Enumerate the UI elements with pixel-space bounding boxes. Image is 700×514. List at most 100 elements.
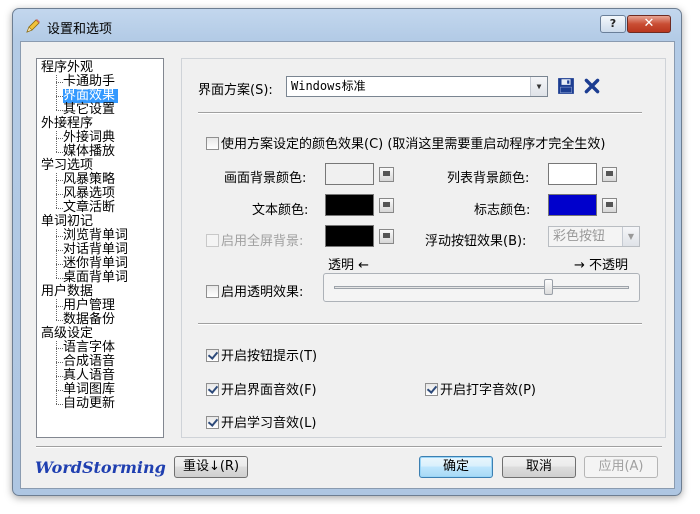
separator [198, 112, 642, 114]
footer-separator [36, 446, 662, 448]
tree-connector [56, 236, 63, 237]
checkbox-box[interactable] [425, 383, 438, 396]
float-button-label: 浮动按钮效果(B): [425, 234, 527, 249]
tree-connector [56, 131, 57, 152]
text-color-label: 文本颜色: [252, 203, 309, 218]
close-button[interactable]: ✕ [627, 15, 671, 33]
tree-item[interactable]: 风暴选项 [63, 187, 115, 201]
mark-color-picker-button[interactable] [602, 198, 617, 213]
save-icon[interactable] [557, 77, 575, 95]
study-sound-label: 开启学习音效(L) [221, 416, 317, 431]
mark-color-swatch[interactable] [548, 194, 597, 216]
scheme-select[interactable]: Windows标准 ▼ [286, 76, 548, 97]
tree-item[interactable]: 桌面背单词 [63, 271, 128, 285]
tree-category[interactable]: 用户数据 [41, 285, 93, 299]
tree-item[interactable]: 文章活断 [63, 201, 115, 215]
tree-item[interactable]: 浏览背单词 [63, 229, 128, 243]
tree-item[interactable]: 媒体播放 [63, 145, 115, 159]
fullscreen-bg-label: 启用全屏背景: [221, 234, 304, 249]
checkbox-box[interactable] [206, 234, 219, 247]
checkbox-box[interactable] [206, 383, 219, 396]
bg-color-picker-button[interactable] [379, 167, 394, 182]
tree-item[interactable]: 合成语音 [63, 355, 115, 369]
tree-item[interactable]: 真人语音 [63, 369, 115, 383]
bg-color-label: 画面背景颜色: [224, 171, 307, 186]
checkbox-box[interactable] [206, 349, 219, 362]
tree-connector [56, 348, 63, 349]
tree-connector [56, 320, 63, 321]
opaque-label: → 不透明 [574, 258, 629, 273]
separator [198, 323, 642, 325]
tree-item[interactable]: 自动更新 [63, 397, 115, 411]
help-button[interactable]: ? [600, 15, 626, 33]
tree-item[interactable]: 界面效果 [63, 89, 119, 103]
ok-button[interactable]: 确定 [419, 456, 493, 478]
category-tree[interactable]: 程序外观 卡通助手 界面效果 其它设置 外接程序 外接词典 媒体播放 学习选项 风暴策略 风暴选项… [36, 58, 164, 438]
checkbox-box[interactable] [206, 416, 219, 429]
text-color-picker-button[interactable] [379, 198, 394, 213]
tree-category[interactable]: 单词初记 [41, 215, 93, 229]
tree-item[interactable]: 风暴策略 [63, 173, 115, 187]
ui-sound-checkbox[interactable]: 开启界面音效(F) [206, 379, 317, 398]
tree-connector [56, 299, 57, 320]
title-bar[interactable]: 设置和选项 ? ✕ [13, 9, 681, 43]
text-color-swatch[interactable] [325, 194, 374, 216]
fullscreen-bg-checkbox[interactable]: 启用全屏背景: [206, 230, 303, 249]
tree-item[interactable]: 对话背单词 [63, 243, 128, 257]
chevron-down-icon[interactable]: ▼ [530, 77, 547, 96]
tree-connector [56, 250, 63, 251]
tree-category[interactable]: 高级设定 [41, 327, 93, 341]
tree-connector [56, 110, 63, 111]
chevron-down-icon[interactable]: ▼ [622, 227, 639, 246]
tree-item[interactable]: 语言字体 [63, 341, 115, 355]
tree-connector [56, 152, 63, 153]
button-tips-checkbox[interactable]: 开启按钮提示(T) [206, 345, 317, 364]
tree-connector [56, 180, 63, 181]
tree-connector [56, 194, 63, 195]
bg-color-swatch[interactable] [325, 163, 374, 185]
tree-connector [56, 264, 63, 265]
transparency-slider[interactable] [323, 273, 640, 302]
slider-thumb[interactable] [544, 279, 554, 295]
tree-connector [56, 376, 63, 377]
typing-sound-checkbox[interactable]: 开启打字音效(P) [425, 379, 536, 398]
study-sound-checkbox[interactable]: 开启学习音效(L) [206, 412, 316, 431]
tree-item[interactable]: 迷你背单词 [63, 257, 128, 271]
reset-button[interactable]: 重设↓(R) [174, 456, 248, 478]
tree-category[interactable]: 程序外观 [41, 61, 93, 75]
tree-item[interactable]: 外接词典 [63, 131, 115, 145]
slider-track[interactable] [334, 286, 629, 289]
settings-dialog: 设置和选项 ? ✕ 程序外观 卡通助手 界面效果 其它设置 外接程序 外接词典 媒体播放 学习… [12, 8, 682, 496]
tree-connector [56, 96, 63, 97]
tree-category[interactable]: 学习选项 [41, 159, 93, 173]
checkbox-box[interactable] [206, 137, 219, 150]
apply-button[interactable]: 应用(A) [584, 456, 658, 478]
typing-sound-label: 开启打字音效(P) [440, 383, 536, 398]
tree-item[interactable]: 单词图库 [63, 383, 115, 397]
list-bg-color-label: 列表背景颜色: [447, 171, 530, 186]
fullscreen-bg-swatch[interactable] [325, 225, 374, 247]
list-bg-color-picker-button[interactable] [602, 167, 617, 182]
tree-item[interactable]: 用户管理 [63, 299, 115, 313]
use-scheme-colors-checkbox[interactable]: 使用方案设定的颜色效果(C) (取消这里需要重启动程序才完全生效) [206, 133, 606, 152]
tree-item[interactable]: 卡通助手 [63, 75, 115, 89]
tree-connector [56, 404, 63, 405]
fullscreen-bg-picker-button[interactable] [379, 229, 394, 244]
cancel-button[interactable]: 取消 [502, 456, 576, 478]
float-button-select[interactable]: 彩色按钮 ▼ [548, 226, 640, 247]
tree-connector [56, 390, 63, 391]
transparency-checkbox[interactable]: 启用透明效果: [206, 281, 303, 300]
delete-icon[interactable] [583, 77, 601, 95]
mark-color-label: 标志颜色: [474, 203, 531, 218]
tree-category[interactable]: 外接程序 [41, 117, 93, 131]
brand-logo: WordStorming [35, 458, 166, 477]
tree-item[interactable]: 其它设置 [63, 103, 115, 117]
appearance-settings-panel: 界面方案(S): Windows标准 ▼ 使用方案设定的颜色效果(C) (取消这… [181, 58, 666, 438]
scheme-select-value: Windows标准 [291, 79, 366, 93]
list-bg-color-swatch[interactable] [548, 163, 597, 185]
tree-item[interactable]: 数据备份 [63, 313, 115, 327]
pencil-icon [26, 19, 40, 33]
checkbox-box[interactable] [206, 285, 219, 298]
float-button-select-value: 彩色按钮 [553, 229, 606, 244]
transparency-label: 启用透明效果: [221, 285, 304, 300]
